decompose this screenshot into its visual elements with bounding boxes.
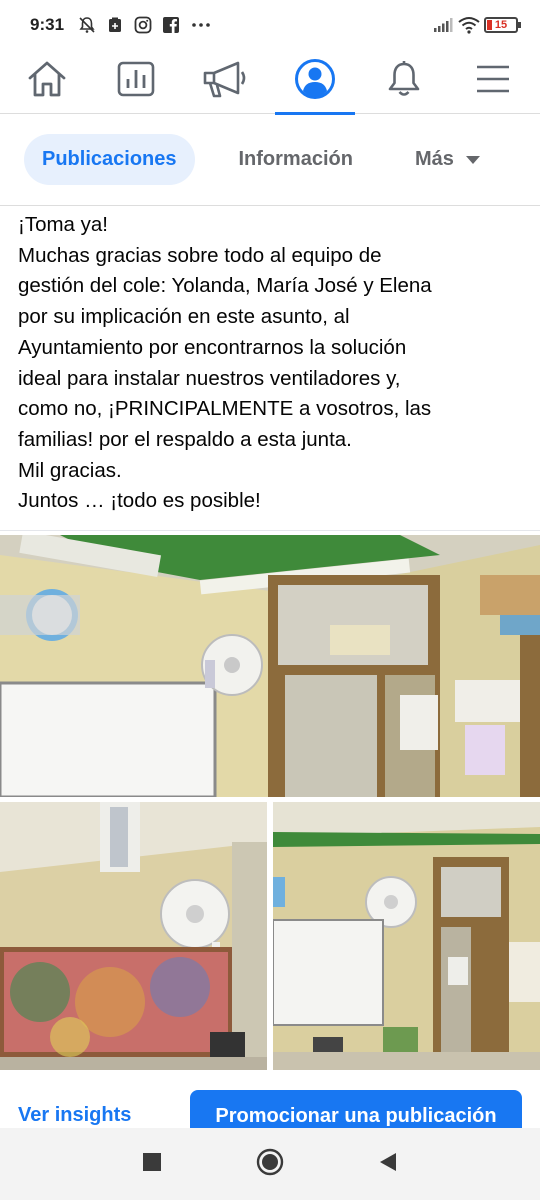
view-insights-link[interactable]: Ver insights [18,1104,131,1127]
back-icon [378,1152,398,1177]
tab-more-label: Más [414,148,454,170]
caret-down-icon [465,155,480,164]
post-line: Mil gracias. [18,458,122,482]
post-line: por su implicación en este asunto, al [18,305,350,329]
recents-icon [143,1152,161,1176]
profile-icon [294,58,336,105]
post-actions: Ver insights Promocionar una publicación [0,1072,540,1140]
signal-icon [432,16,453,34]
nav-menu[interactable] [471,54,515,110]
wifi-icon [458,16,480,34]
insights-icon [117,61,155,102]
home-circle-icon [256,1148,284,1181]
profile-tabs: Publicaciones Información Más [0,114,540,206]
home-button[interactable] [255,1148,285,1181]
nav-notifications[interactable] [382,54,426,110]
post-line: Juntos … ¡todo es posible! [18,489,261,513]
post-line: gestión del cole: Yolanda, María José y … [18,274,432,298]
post-line: familias! por el respaldo a esta junta. [18,427,352,451]
post-photo-fan-mural[interactable] [0,802,267,1070]
status-bar: 9:31 15 [0,0,540,50]
mute-icon [78,16,96,34]
post-line: ¡Toma ya! [18,213,108,236]
tab-posts[interactable]: Publicaciones [24,134,195,185]
back-button[interactable] [373,1149,403,1179]
battery-icon: 15 [484,17,521,33]
menu-icon [475,63,511,100]
home-icon [27,60,67,103]
top-nav [0,50,540,115]
megaphone-icon [202,60,248,103]
post-line: ideal para instalar nuestros ventiladore… [18,366,401,390]
status-right: 15 [432,16,521,34]
system-nav-bar [0,1128,540,1200]
post-line: como no, ¡PRINCIPALMENTE a vosotros, las [18,397,432,421]
post-body: ¡Toma ya! Muchas gracias sobre todo al e… [18,210,528,517]
nav-ads[interactable] [203,54,247,110]
battery-fill [487,20,492,30]
instagram-icon [134,16,152,34]
status-left: 9:31 [30,15,210,35]
status-time: 9:31 [30,15,65,34]
nav-home[interactable] [25,54,69,110]
post-photo-classroom-wide[interactable] [0,535,540,797]
bell-icon [386,60,422,103]
recents-button[interactable] [137,1149,167,1179]
post-photo-classroom-corner[interactable] [273,802,540,1070]
battery-level: 15 [494,19,508,31]
tab-info[interactable]: Información [221,134,371,185]
nav-profile[interactable] [274,54,355,115]
tab-more[interactable]: Más [397,134,498,185]
notification-icon [106,16,124,34]
nav-insights[interactable] [114,54,158,110]
more-dots-icon [190,16,210,34]
post-divider [0,530,540,531]
post-line: Muchas gracias sobre todo al equipo de [18,243,382,267]
facebook-icon [162,16,180,34]
screen: 9:31 15 Publicaciones Información Más ¡T… [0,0,540,1200]
post-line: Ayuntamiento por encontrarnos la solució… [18,335,407,359]
